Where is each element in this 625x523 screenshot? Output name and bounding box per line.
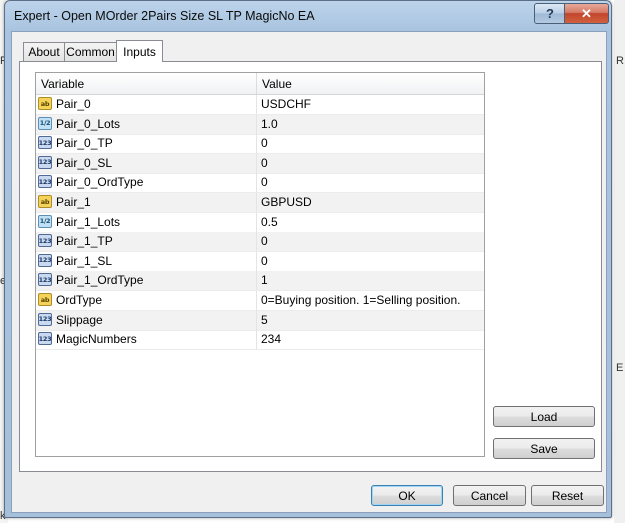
save-button-label: Save [530,441,558,456]
table-row[interactable]: 1/2 Pair_0_Lots 1.0 [36,114,484,135]
table-row[interactable]: 123 Pair_0_SL 0 [36,153,484,174]
cancel-button-label: Cancel [470,488,509,503]
table-row[interactable]: ab Pair_0 USDCHF [36,95,484,115]
integer-type-icon: 123 [38,253,52,267]
variable-value[interactable]: 0 [261,175,268,189]
ok-button-label: OK [398,488,416,503]
variable-value[interactable]: 0 [261,254,268,268]
help-icon: ? [546,6,554,21]
reset-button[interactable]: Reset [531,485,604,506]
integer-type-icon: 123 [38,155,52,169]
variable-name: Pair_0_TP [56,136,113,151]
variable-name: Pair_0_Lots [56,116,121,131]
inputs-grid: Variable Value ab Pair_0 USDCHF 1/2 Pair_0_L… [35,72,485,457]
table-row[interactable]: 123 Pair_0_TP 0 [36,134,484,155]
help-button[interactable]: ? [534,3,566,24]
cell-separator [256,330,257,350]
integer-type-icon: 123 [38,175,52,189]
variable-name: Pair_1_TP [56,234,113,249]
close-icon: ✕ [581,5,592,21]
tab-inputs[interactable]: Inputs [116,40,163,62]
tab-label: Inputs [123,44,156,59]
table-row[interactable]: 123 Pair_0_OrdType 0 [36,173,484,194]
tab-label: Common [66,45,115,59]
table-row[interactable]: ab Pair_1 GBPUSD [36,193,484,213]
variable-value[interactable]: 234 [261,332,281,346]
reset-button-label: Reset [551,488,584,503]
dialog-client-area: About Common Inputs Variable Value ab Pai… [11,31,607,513]
integer-type-icon: 123 [38,332,52,346]
variable-name: Pair_0_SL [56,155,113,170]
variable-value[interactable]: 0 [261,234,268,248]
tab-about[interactable]: About [23,42,65,61]
load-button-label: Load [530,409,558,424]
tab-label: About [28,45,60,59]
tab-common[interactable]: Common [64,42,117,61]
double-type-icon: 1/2 [38,214,52,228]
integer-type-icon: 123 [38,234,52,248]
integer-type-icon: 123 [38,312,52,326]
integer-type-icon: 123 [38,273,52,287]
background-terminal-right: R E [614,0,625,523]
table-row[interactable]: ab OrdType 0=Buying position. 1=Selling po… [36,291,484,311]
variable-name: MagicNumbers [56,332,137,347]
variable-value[interactable]: 0=Buying position. 1=Selling position. [261,293,460,307]
cell-separator [256,271,257,291]
title-bar[interactable]: Expert - Open MOrder 2Pairs Size SL TP M… [5,1,611,31]
ok-button[interactable]: OK [371,485,443,506]
variable-name: Pair_1_Lots [56,214,121,229]
cell-separator [256,95,257,114]
cell-separator [256,193,257,212]
cell-separator [256,173,257,193]
variable-value[interactable]: 0.5 [261,215,278,229]
table-row[interactable]: 1/2 Pair_1_Lots 0.5 [36,212,484,233]
cancel-button[interactable]: Cancel [453,485,526,506]
table-row[interactable]: 123 MagicNumbers 234 [36,330,484,351]
close-button[interactable]: ✕ [564,3,609,24]
variable-name: Pair_1 [56,195,91,209]
table-row[interactable]: 123 Pair_1_TP 0 [36,232,484,253]
variable-name: Pair_0_OrdType [56,175,144,190]
inputs-panel: Variable Value ab Pair_0 USDCHF 1/2 Pair_0_L… [19,61,602,472]
background-text: E [616,362,624,374]
variable-name: OrdType [56,293,103,307]
string-type-icon: ab [38,195,52,208]
string-type-icon: ab [38,293,52,306]
variable-value[interactable]: 0 [261,136,268,150]
variable-value[interactable]: 5 [261,313,268,327]
cell-separator [256,153,257,173]
window-title: Expert - Open MOrder 2Pairs Size SL TP M… [14,9,315,23]
string-type-icon: ab [38,97,52,110]
cell-separator [256,134,257,154]
variable-value[interactable]: 1 [261,273,268,287]
load-button[interactable]: Load [493,406,595,427]
cell-separator [256,291,257,310]
cell-separator [256,212,257,232]
cell-separator [256,251,257,271]
variable-value[interactable]: 0 [261,156,268,170]
variable-name: Pair_1_OrdType [56,273,144,288]
cell-separator [256,310,257,330]
variable-value[interactable]: 1.0 [261,117,278,131]
table-row[interactable]: 123 Slippage 5 [36,310,484,331]
cell-separator [256,232,257,252]
save-button[interactable]: Save [493,438,595,459]
variable-value[interactable]: GBPUSD [261,195,312,209]
column-header-value[interactable]: Value [262,77,292,91]
variable-name: Slippage [56,312,103,327]
integer-type-icon: 123 [38,136,52,150]
background-text: R [616,55,624,67]
table-row[interactable]: 123 Pair_1_OrdType 1 [36,271,484,292]
variable-name: Pair_0 [56,97,91,111]
table-row[interactable]: 123 Pair_1_SL 0 [36,251,484,272]
double-type-icon: 1/2 [38,116,52,130]
expert-properties-dialog: Expert - Open MOrder 2Pairs Size SL TP M… [4,0,612,518]
grid-header: Variable Value [36,73,484,95]
column-separator[interactable] [256,73,257,94]
column-header-variable[interactable]: Variable [41,77,84,91]
variable-value[interactable]: USDCHF [261,97,311,111]
variable-name: Pair_1_SL [56,253,113,268]
cell-separator [256,114,257,134]
